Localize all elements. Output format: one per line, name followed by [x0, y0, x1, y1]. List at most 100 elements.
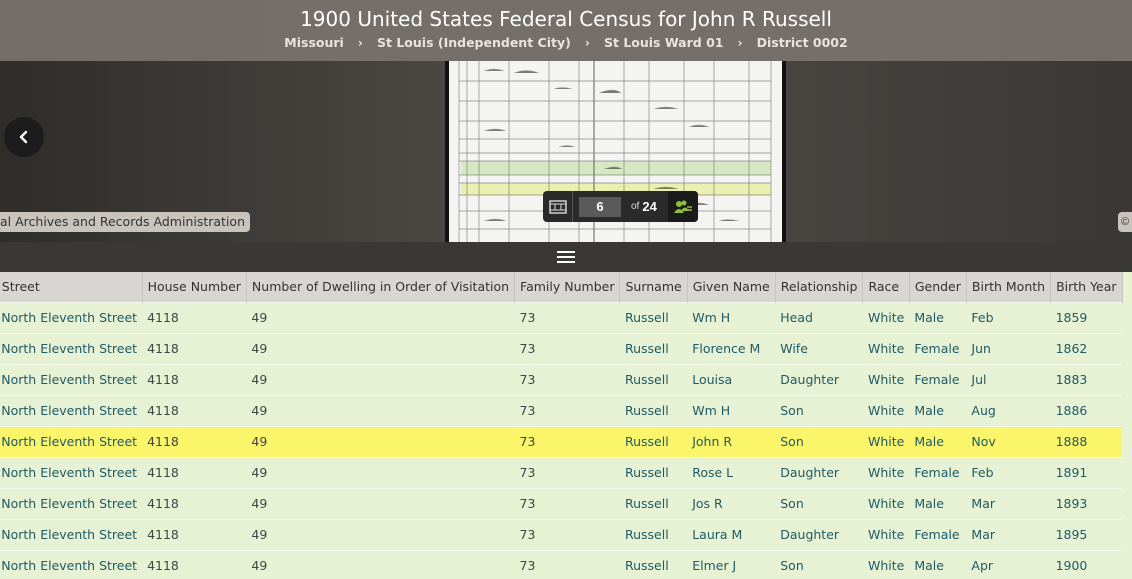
cell-relationship[interactable]: Son [775, 549, 863, 579]
cell-gender[interactable]: Male [909, 549, 967, 579]
table-row-selected[interactable]: North Eleventh Street 4118 49 73 Russell John… [0, 425, 1123, 457]
breadcrumb-ward[interactable]: St Louis Ward 01 [604, 35, 724, 50]
cell-given[interactable]: Elmer J [687, 549, 776, 579]
cell-street[interactable]: North Eleventh Street [0, 394, 143, 426]
table-row[interactable]: North Eleventh Street 4118 49 73 Russell Jos … [0, 487, 1123, 519]
table-row[interactable]: North Eleventh Street 4118 49 73 Russell Loui… [0, 363, 1123, 395]
column-header[interactable]: Birth Month [966, 272, 1052, 302]
cell-relationship[interactable]: Wife [775, 332, 863, 364]
table-row[interactable]: North Eleventh Street 4118 49 73 Russell Wm H… [0, 394, 1123, 426]
column-header[interactable]: Given Name [687, 272, 776, 302]
cell-month[interactable]: Feb [966, 456, 1051, 488]
column-header[interactable]: Street [0, 272, 143, 302]
cell-given[interactable]: Florence M [687, 332, 776, 364]
column-header[interactable]: Relationship [775, 272, 864, 302]
cell-race[interactable]: White [862, 425, 910, 457]
cell-given[interactable]: Wm H [687, 301, 776, 333]
cell-year[interactable]: 1895 [1050, 518, 1123, 550]
cell-year[interactable]: 1900 [1050, 549, 1123, 579]
cell-street[interactable]: North Eleventh Street [0, 301, 143, 333]
cell-surname[interactable]: Russell [619, 363, 688, 395]
cell-surname[interactable]: Russell [619, 301, 688, 333]
cell-month[interactable]: Jul [966, 363, 1051, 395]
cell-relationship[interactable]: Daughter [775, 518, 863, 550]
cell-month[interactable]: Feb [966, 301, 1051, 333]
breadcrumb-district[interactable]: District 0002 [757, 35, 848, 50]
cell-relationship[interactable]: Daughter [775, 363, 863, 395]
cell-month[interactable]: Aug [966, 394, 1051, 426]
table-row[interactable]: North Eleventh Street 4118 49 73 Russell Wm H… [0, 301, 1123, 333]
cell-gender[interactable]: Female [909, 332, 967, 364]
cell-gender[interactable]: Female [909, 518, 967, 550]
column-header[interactable]: House Number [142, 272, 247, 302]
cell-relationship[interactable]: Son [775, 425, 863, 457]
cell-surname[interactable]: Russell [619, 394, 688, 426]
cell-given[interactable]: Wm H [687, 394, 776, 426]
cell-race[interactable]: White [862, 518, 910, 550]
column-header[interactable]: Gender [909, 272, 967, 302]
cell-race[interactable]: White [862, 363, 910, 395]
cell-street[interactable]: North Eleventh Street [0, 487, 143, 519]
column-header[interactable]: Surname [619, 272, 688, 302]
cell-race[interactable]: White [862, 301, 910, 333]
cell-surname[interactable]: Russell [619, 456, 688, 488]
cell-race[interactable]: White [862, 549, 910, 579]
cell-relationship[interactable]: Head [775, 301, 863, 333]
cell-surname[interactable]: Russell [619, 487, 688, 519]
cell-month[interactable]: Apr [966, 549, 1051, 579]
index-drawer-handle[interactable] [0, 242, 1132, 272]
cell-street[interactable]: North Eleventh Street [0, 332, 143, 364]
cell-relationship[interactable]: Daughter [775, 456, 863, 488]
table-row[interactable]: North Eleventh Street 4118 49 73 Russell Laur… [0, 518, 1123, 550]
index-table-container[interactable]: berStreetHouse NumberNumber of Dwelling … [0, 272, 1132, 579]
cell-surname[interactable]: Russell [619, 332, 688, 364]
cell-given[interactable]: Rose L [687, 456, 776, 488]
index-toggle-button[interactable] [668, 191, 698, 222]
cell-year[interactable]: 1883 [1050, 363, 1123, 395]
table-row[interactable]: North Eleventh Street 4118 49 73 Russell Flor… [0, 332, 1123, 364]
cell-month[interactable]: Mar [966, 518, 1051, 550]
cell-street[interactable]: North Eleventh Street [0, 549, 143, 579]
cell-month[interactable]: Nov [966, 425, 1051, 457]
cell-year[interactable]: 1859 [1050, 301, 1123, 333]
cell-given[interactable]: Jos R [687, 487, 776, 519]
cell-race[interactable]: White [862, 394, 910, 426]
cell-year[interactable]: 1888 [1050, 425, 1123, 457]
copyright-badge[interactable]: © [1118, 212, 1132, 232]
breadcrumb-state[interactable]: Missouri [284, 35, 344, 50]
cell-gender[interactable]: Male [909, 301, 967, 333]
cell-race[interactable]: White [862, 487, 910, 519]
cell-relationship[interactable]: Son [775, 394, 863, 426]
cell-year[interactable]: 1893 [1050, 487, 1123, 519]
cell-given[interactable]: Louisa [687, 363, 776, 395]
cell-given[interactable]: Laura M [687, 518, 776, 550]
image-viewer[interactable]: 1900 United States Federal Census for Jo… [0, 0, 1132, 242]
table-row[interactable]: North Eleventh Street 4118 49 73 Russell Rose… [0, 456, 1123, 488]
cell-month[interactable]: Mar [966, 487, 1051, 519]
page-number-input[interactable]: 6 [579, 196, 621, 217]
cell-gender[interactable]: Male [909, 394, 967, 426]
cell-surname[interactable]: Russell [619, 425, 688, 457]
column-header[interactable]: Birth Year [1050, 272, 1123, 302]
previous-record-button[interactable] [4, 117, 44, 157]
cell-gender[interactable]: Male [909, 425, 967, 457]
cell-race[interactable]: White [862, 456, 910, 488]
cell-month[interactable]: Jun [966, 332, 1051, 364]
cell-given[interactable]: John R [687, 425, 776, 457]
breadcrumb-city[interactable]: St Louis (Independent City) [377, 35, 571, 50]
cell-relationship[interactable]: Son [775, 487, 863, 519]
filmstrip-button[interactable] [543, 191, 573, 222]
column-header[interactable]: Number of Dwelling in Order of Visitatio… [246, 272, 516, 302]
cell-year[interactable]: 1891 [1050, 456, 1123, 488]
cell-surname[interactable]: Russell [619, 549, 688, 579]
cell-year[interactable]: 1886 [1050, 394, 1123, 426]
cell-gender[interactable]: Female [909, 456, 967, 488]
cell-street[interactable]: North Eleventh Street [0, 425, 143, 457]
cell-street[interactable]: North Eleventh Street [0, 518, 143, 550]
column-header[interactable]: Family Number [514, 272, 621, 302]
cell-surname[interactable]: Russell [619, 518, 688, 550]
cell-race[interactable]: White [862, 332, 910, 364]
cell-gender[interactable]: Male [909, 487, 967, 519]
cell-street[interactable]: North Eleventh Street [0, 456, 143, 488]
cell-gender[interactable]: Female [909, 363, 967, 395]
